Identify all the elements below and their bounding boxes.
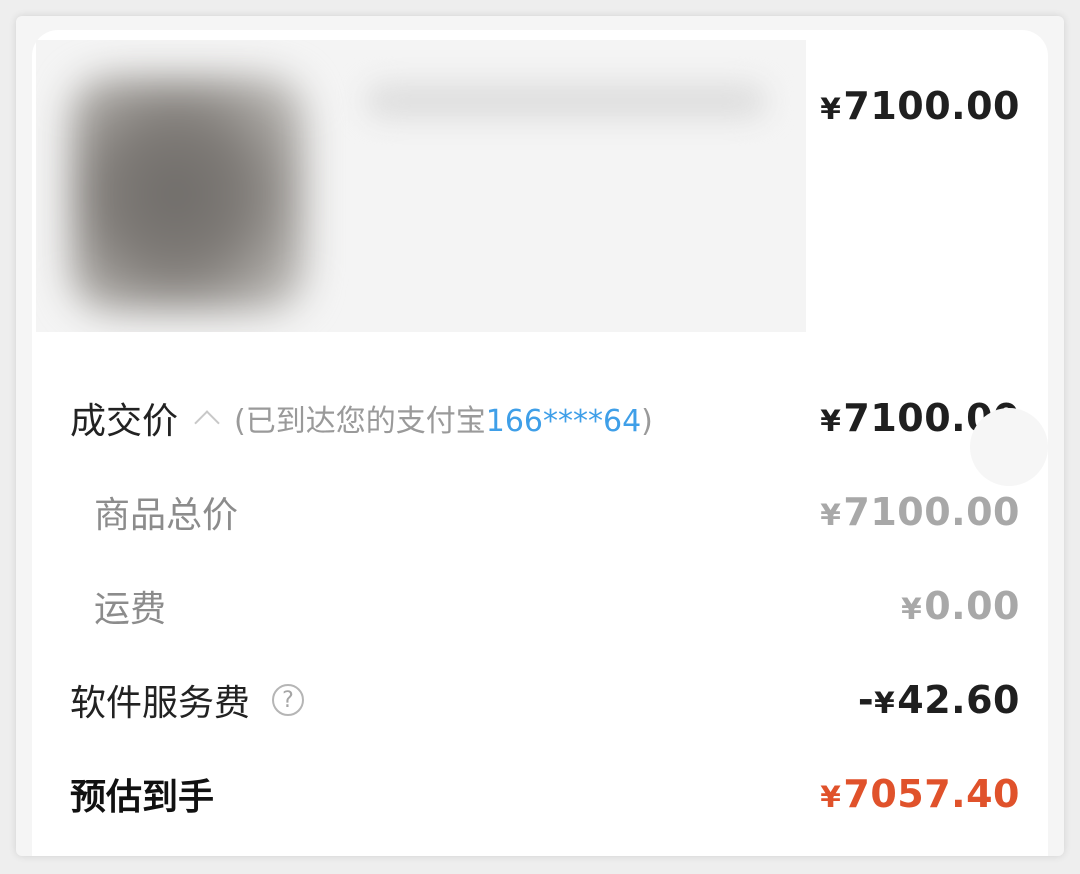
service-fee-value: 42.60 xyxy=(897,678,1020,722)
estimated-label: 预估到手 xyxy=(70,777,215,818)
goods-total-amount: ¥7100.00 xyxy=(820,490,1020,534)
estimated-amount: ¥7057.40 xyxy=(820,772,1020,816)
product-price-value: 7100.00 xyxy=(843,84,1020,128)
screenshot-frame: ¥7100.00 成交价 (已到达您的支付宝166****64) ¥7100.0… xyxy=(16,16,1064,856)
service-fee-sign: - xyxy=(857,678,875,722)
shipping-amount: ¥0.00 xyxy=(901,584,1020,628)
alipay-note-suffix: ) xyxy=(641,404,653,439)
goods-total-value: 7100.00 xyxy=(843,490,1020,534)
deal-price-label: 成交价 xyxy=(70,401,179,442)
goods-total-label: 商品总价 xyxy=(94,495,239,536)
product-thumbnail xyxy=(70,76,306,312)
currency-symbol: ¥ xyxy=(820,497,842,532)
alipay-note-prefix: (已到达您的支付宝 xyxy=(234,404,486,439)
service-fee-row: 软件服务费 ? -¥42.60 xyxy=(32,670,1048,730)
goods-total-row: 商品总价 ¥7100.00 xyxy=(32,482,1048,542)
shipping-row: 运费 ¥0.00 xyxy=(32,576,1048,636)
estimated-receipt-row: 预估到手 ¥7057.40 xyxy=(32,764,1048,824)
floating-touch-indicator xyxy=(970,408,1048,486)
alipay-note: (已到达您的支付宝166****64) xyxy=(234,396,653,440)
product-title-blurred xyxy=(366,84,766,118)
estimated-value: 7057.40 xyxy=(843,772,1020,816)
currency-symbol: ¥ xyxy=(820,403,842,438)
deal-price-label-group: 成交价 (已到达您的支付宝166****64) xyxy=(70,392,653,444)
chevron-up-icon[interactable] xyxy=(194,410,220,436)
currency-symbol: ¥ xyxy=(874,685,896,720)
help-icon[interactable]: ? xyxy=(272,684,305,716)
shipping-label: 运费 xyxy=(94,589,167,630)
service-fee-amount: -¥42.60 xyxy=(858,678,1020,722)
product-summary[interactable] xyxy=(36,40,806,332)
product-price: ¥7100.00 xyxy=(820,84,1020,128)
shipping-value: 0.00 xyxy=(924,584,1020,628)
service-fee-label: 软件服务费 xyxy=(70,683,251,724)
deal-price-row[interactable]: 成交价 (已到达您的支付宝166****64) ¥7100.00 xyxy=(32,388,1048,448)
currency-symbol: ¥ xyxy=(820,91,842,126)
currency-symbol: ¥ xyxy=(901,591,923,626)
service-fee-label-group: 软件服务费 ? xyxy=(70,674,305,726)
alipay-account: 166****64 xyxy=(485,404,642,439)
currency-symbol: ¥ xyxy=(820,779,842,814)
order-price-card: ¥7100.00 成交价 (已到达您的支付宝166****64) ¥7100.0… xyxy=(32,30,1048,856)
